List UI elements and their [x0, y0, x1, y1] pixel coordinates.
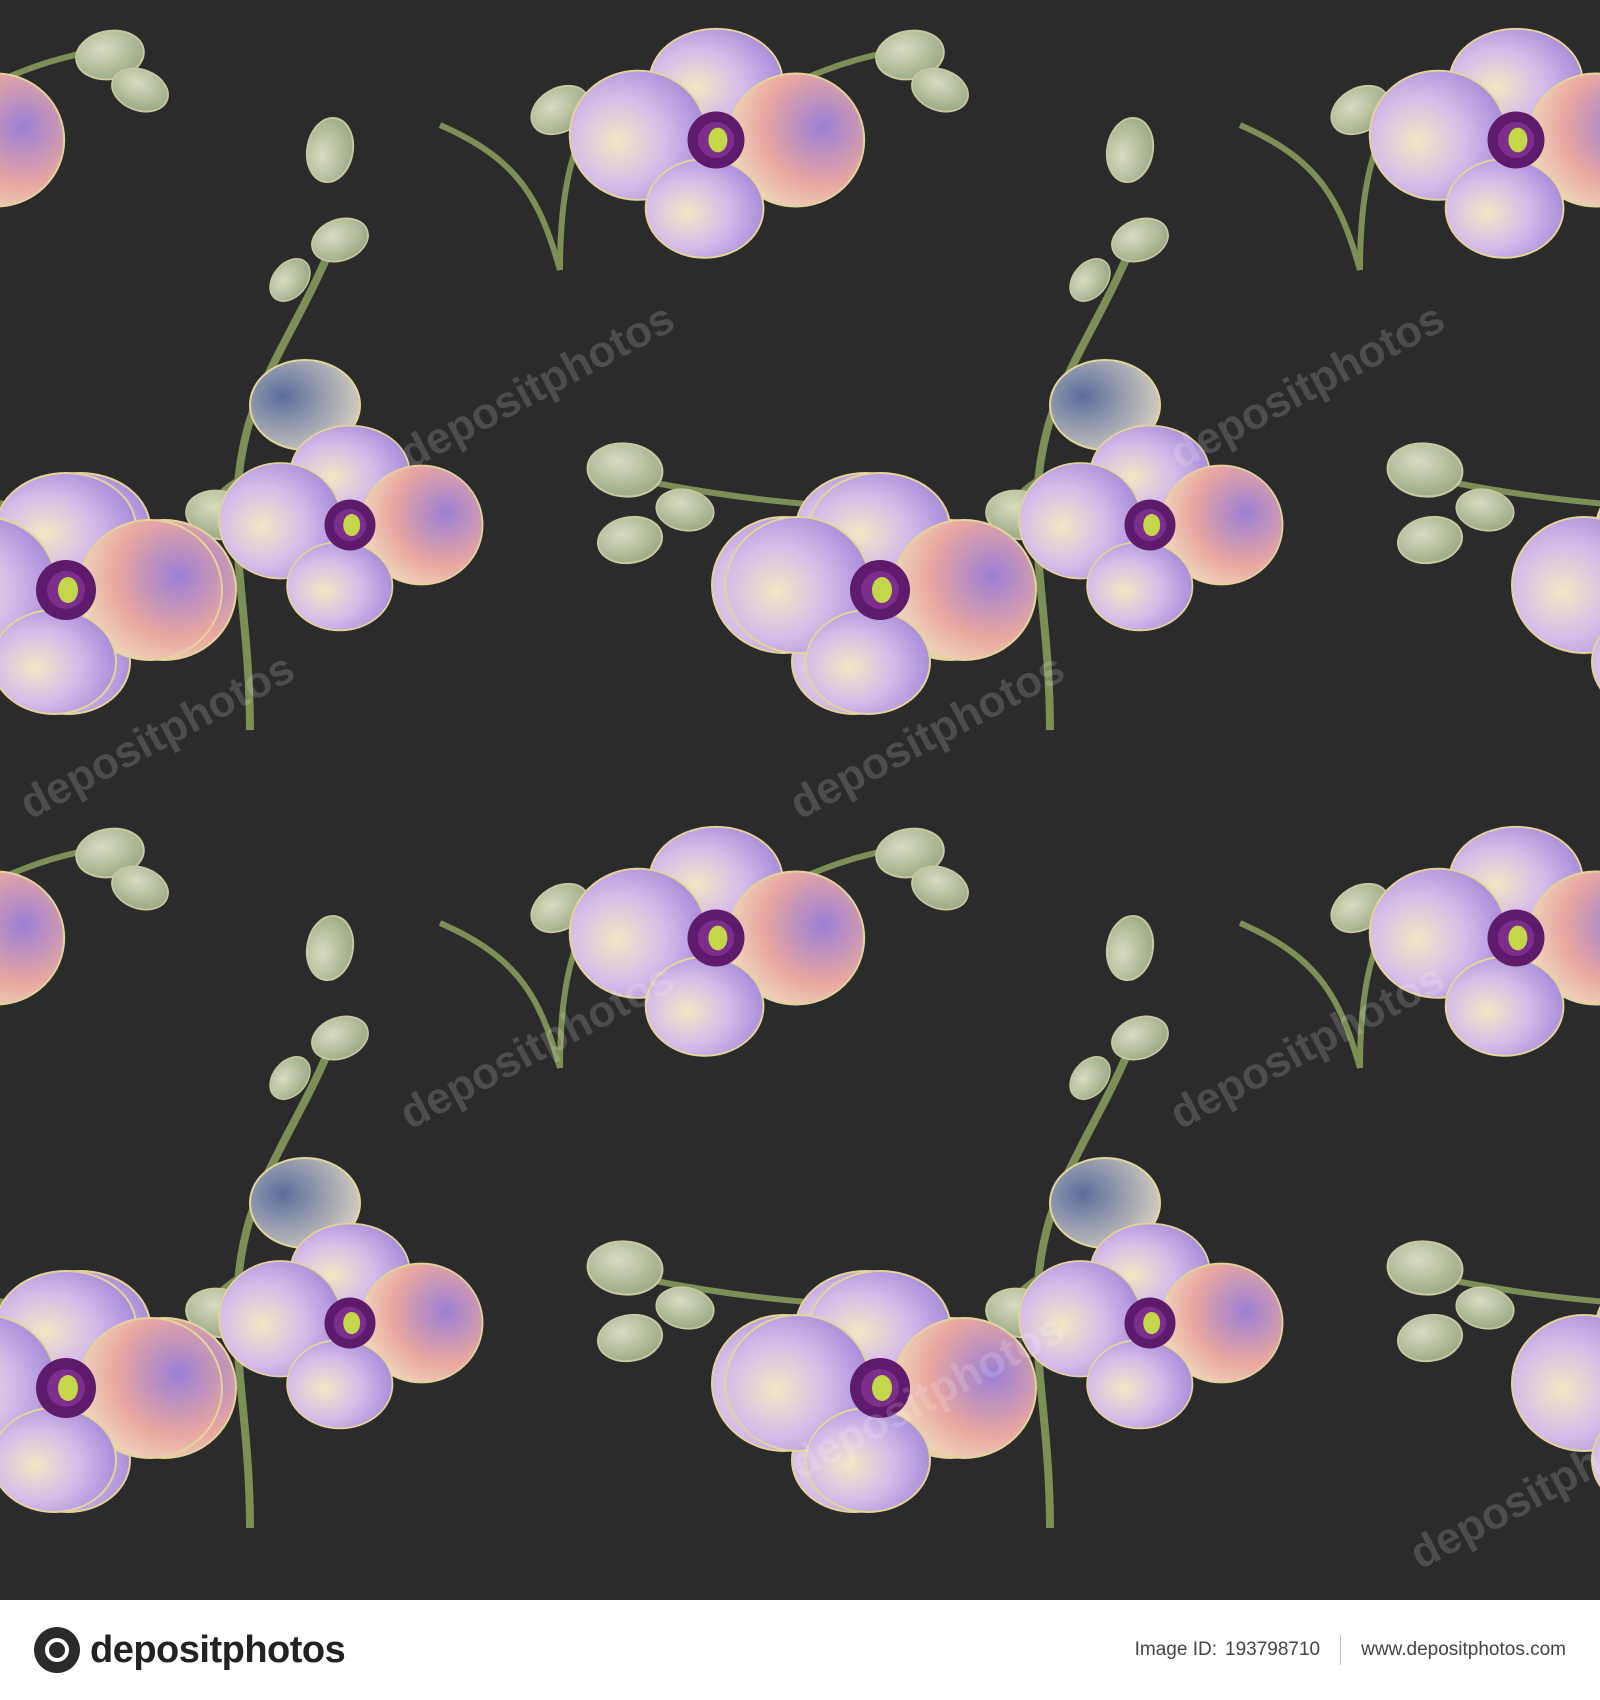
site-url[interactable]: www.depositphotos.com: [1361, 1639, 1566, 1661]
orchid-pattern-image: depositphotos depositphotos depositphoto…: [0, 0, 1600, 1596]
brand-logo-text: depositphotos: [90, 1628, 346, 1671]
footer-bar: depositphotos Image ID: 193798710 www.de…: [0, 1600, 1600, 1700]
stock-image-preview: depositphotos depositphotos depositphoto…: [0, 0, 1600, 1700]
camera-icon: [34, 1627, 80, 1673]
footer-divider: [1340, 1635, 1342, 1665]
image-meta: Image ID: 193798710 www.depositphotos.co…: [1135, 1635, 1566, 1665]
image-id: 193798710: [1225, 1639, 1321, 1660]
image-id-label: Image ID:: [1134, 1639, 1217, 1660]
brand-logo[interactable]: depositphotos: [34, 1627, 346, 1673]
